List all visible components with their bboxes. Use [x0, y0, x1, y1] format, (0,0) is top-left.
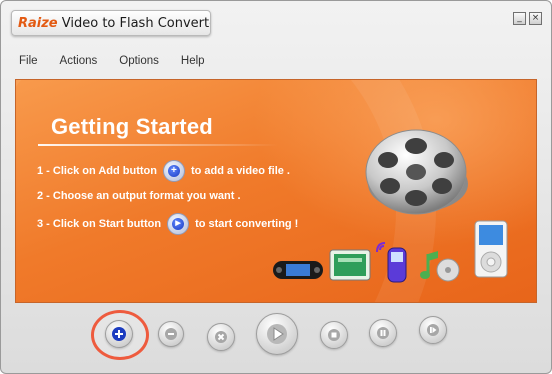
start-button[interactable] [256, 313, 298, 355]
add-icon [112, 327, 126, 341]
add-icon: + [162, 160, 185, 182]
play-icon: ▶ [167, 213, 190, 235]
menu-bar: File Actions Options Help [7, 53, 215, 73]
step-1: 1 - Click on Add button + to add a video… [37, 160, 290, 182]
stop-button[interactable] [320, 321, 348, 349]
music-note-icon [420, 251, 460, 282]
tablet-device-icon [329, 249, 371, 281]
add-glyph: + [171, 165, 177, 176]
clear-button[interactable] [207, 323, 235, 351]
stop-icon [328, 329, 340, 341]
getting-started-heading: Getting Started [51, 114, 213, 139]
psp-device-icon [273, 261, 323, 279]
minus-icon [165, 328, 177, 340]
step-3-text: 3 - Click on Start button [37, 218, 162, 230]
minimize-button[interactable]: _ [513, 12, 526, 25]
title-bar: Raize Video to Flash Converter _ × [1, 1, 551, 45]
step-3-text-end: to start converting ! [195, 218, 299, 230]
remove-button[interactable] [158, 321, 184, 347]
resume-button[interactable] [419, 316, 447, 344]
heading-underline [38, 144, 278, 146]
pause-button[interactable] [369, 319, 397, 347]
app-window: Raize Video to Flash Converter _ × File … [0, 0, 552, 374]
clear-icon [215, 331, 227, 343]
minimize-icon: _ [517, 13, 522, 23]
step-2-text: 2 - Choose an output format you want . [37, 190, 241, 202]
step-3: 3 - Click on Start button ▶ to start con… [37, 213, 298, 235]
ipod-device-icon [474, 220, 508, 278]
mobile-phone-icon [376, 242, 407, 283]
step-1-text: 1 - Click on Add button [37, 165, 157, 177]
film-reel-icon [365, 129, 468, 215]
app-title: Raize Video to Flash Converter [11, 10, 211, 36]
toolbar [1, 305, 551, 373]
menu-help[interactable]: Help [169, 53, 215, 73]
brand-name: Raize [18, 16, 58, 31]
menu-options[interactable]: Options [107, 53, 169, 73]
play-icon [267, 324, 287, 344]
step-1-text-end: to add a video file . [190, 165, 290, 177]
pause-icon [377, 327, 389, 339]
add-button[interactable] [105, 320, 133, 348]
getting-started-banner: Getting Started 1 - Click on Add button … [15, 79, 537, 303]
play-glyph: ▶ [175, 220, 181, 227]
app-title-text: Video to Flash Converter [57, 16, 211, 31]
close-button[interactable]: × [529, 12, 542, 25]
menu-file[interactable]: File [7, 53, 48, 73]
step-2: 2 - Choose an output format you want . [37, 190, 241, 202]
menu-actions[interactable]: Actions [48, 53, 108, 73]
close-icon: × [531, 13, 540, 23]
resume-icon [427, 324, 439, 336]
